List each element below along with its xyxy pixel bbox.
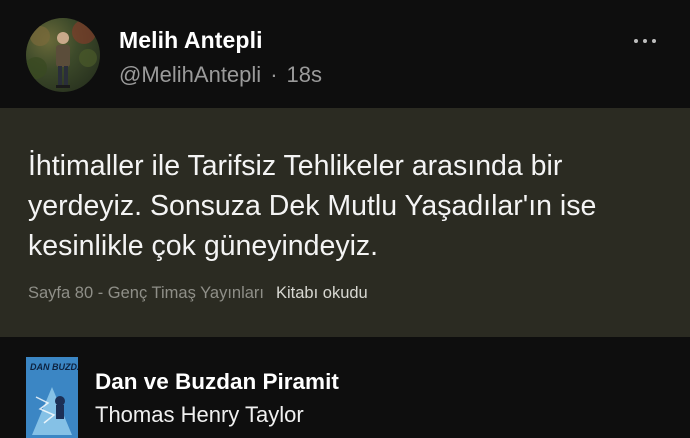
more-options-button[interactable] [634,36,658,46]
author-handle[interactable]: @MelihAntepli [119,62,261,87]
post-card: Melih Antepli @MelihAntepli · 18s İhtimall… [0,0,690,438]
book-author[interactable]: Thomas Henry Taylor [95,402,304,428]
svg-text:DAN BUZDAN: DAN BUZDAN [30,362,78,372]
book-title[interactable]: Dan ve Buzdan Piramit [95,369,339,395]
avatar[interactable] [26,18,100,92]
author-name[interactable]: Melih Antepli [119,27,263,54]
book-cover[interactable]: DAN BUZDAN [26,357,78,438]
post-header: Melih Antepli @MelihAntepli · 18s [0,0,690,108]
separator-dot: · [270,62,278,87]
handle-row: @MelihAntepli · 18s [119,62,322,88]
reading-status: Kitabı okudu [276,284,368,302]
quote-text: İhtimaller ile Tarifsiz Tehlikeler arası… [28,150,597,262]
quote-meta: Sayfa 80 - Genç Timaş Yayınları Kitabı ok… [28,284,368,303]
avatar-photo [26,20,97,88]
book-row[interactable]: DAN BUZDAN Dan ve Buzdan Piramit Thomas … [0,337,690,438]
quote-source: Sayfa 80 - Genç Timaş Yayınları [28,284,264,302]
quote-block[interactable]: İhtimaller ile Tarifsiz Tehlikeler arası… [0,108,690,337]
book-cover-art: DAN BUZDAN [26,357,78,438]
post-timestamp: 18s [286,62,322,87]
